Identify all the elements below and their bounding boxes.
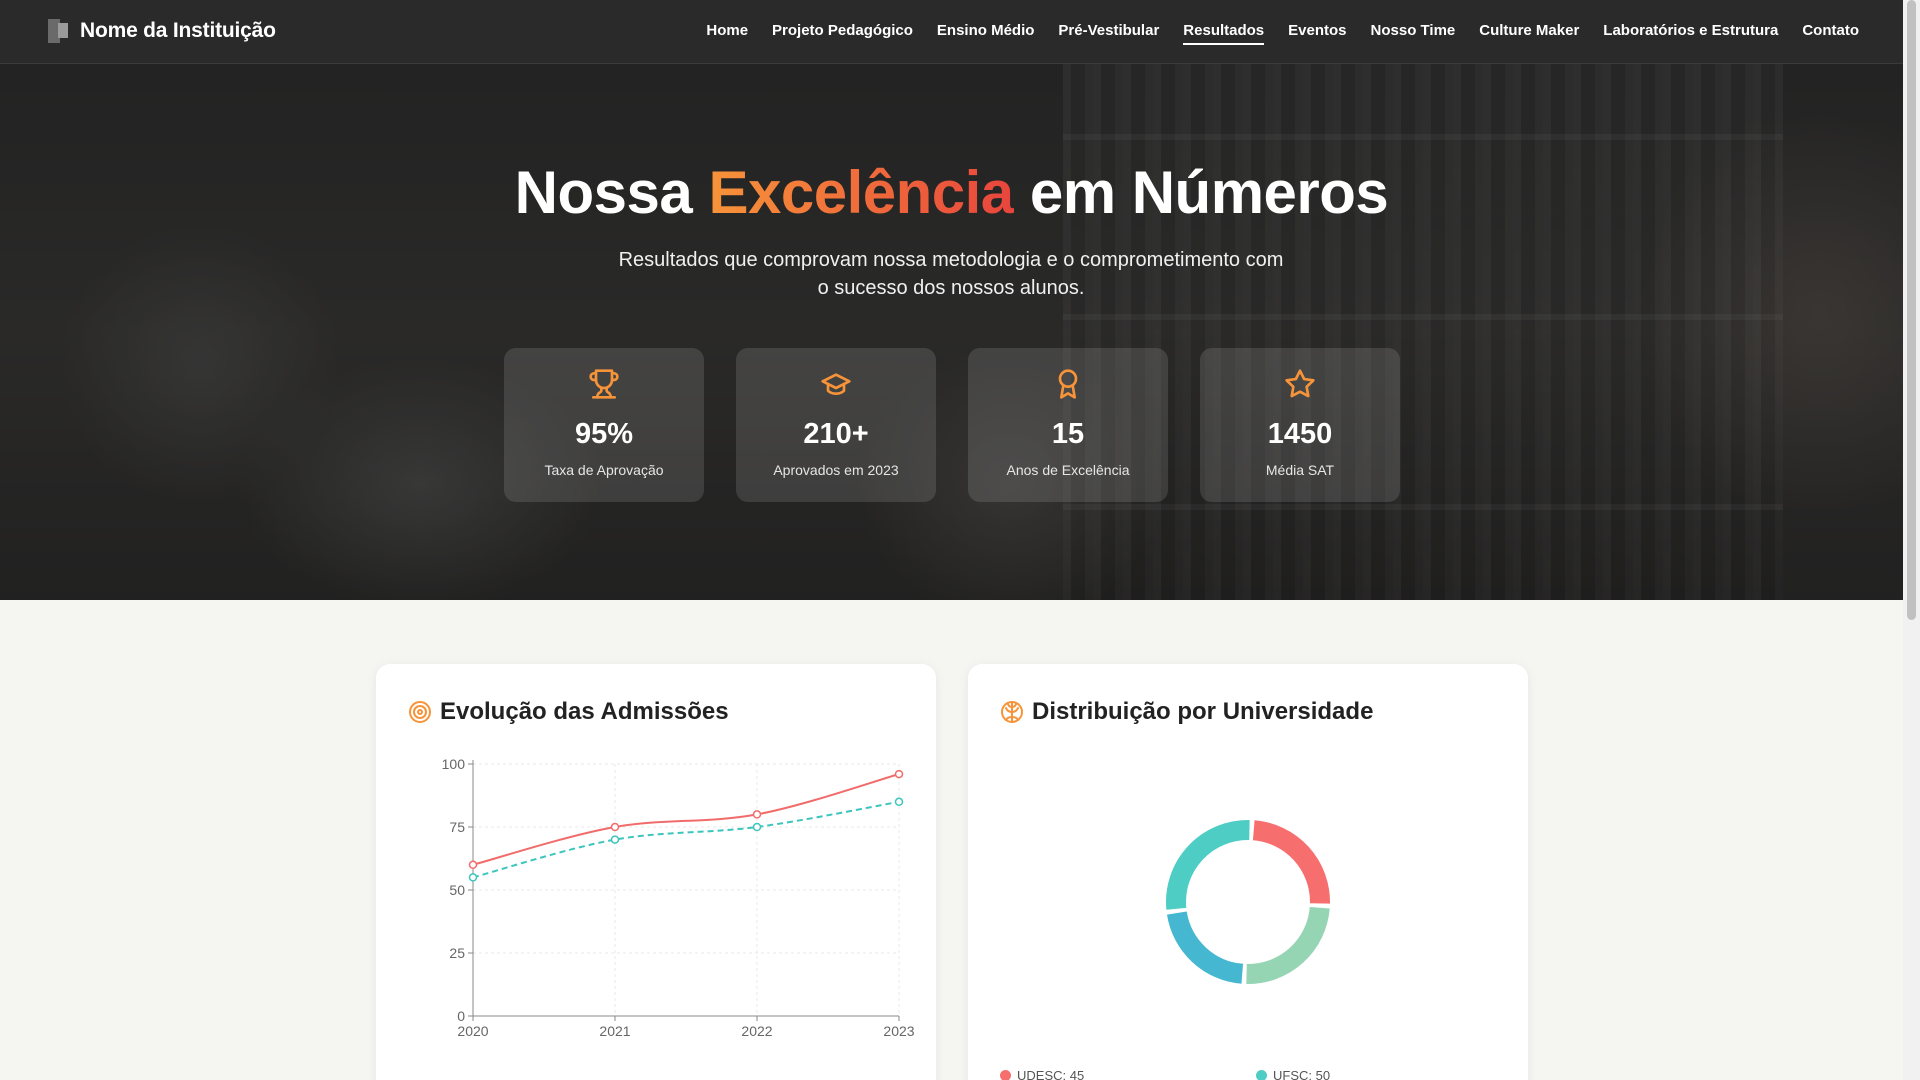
hero-title: Nossa Excelência em Números [514, 159, 1389, 226]
hero-title-accent: Excelência [708, 159, 1014, 226]
series-line-0 [472, 773, 900, 866]
award-icon [1058, 369, 1078, 399]
stat-label: Taxa de Aprovação [544, 462, 664, 478]
y-tick-label: 0 [457, 1008, 465, 1024]
data-point [894, 769, 904, 779]
nav-links: Home Projeto Pedagógico Ensino Médio Pré… [706, 22, 1859, 45]
data-point [752, 810, 762, 819]
donut-slice-2 [1166, 911, 1244, 984]
donut-slice-3 [1246, 906, 1330, 984]
legend-item-udesc[interactable]: UDESC: 45 [1000, 1068, 1084, 1080]
stat-card-years: 15 Anos de Excelência [968, 348, 1168, 502]
star-icon [1285, 369, 1315, 398]
brand[interactable]: Nome da Instituição [46, 18, 276, 44]
nav-eventos[interactable]: Eventos [1288, 22, 1346, 45]
data-point [468, 873, 478, 882]
nav-ensino-medio[interactable]: Ensino Médio [937, 22, 1035, 45]
series-line-1 [472, 800, 900, 879]
y-tick-label: 75 [449, 819, 465, 835]
stat-value: 1450 [1267, 418, 1333, 450]
x-tick-label: 2022 [741, 1023, 772, 1039]
legend-label: UFSC: 50 [1273, 1068, 1331, 1080]
legend-dot [1000, 1070, 1011, 1080]
donut-chart [1166, 820, 1330, 984]
nav-contato[interactable]: Contato [1802, 22, 1859, 45]
stat-value: 95% [574, 418, 634, 450]
donut-slice-0 [1252, 820, 1330, 904]
graduation-cap-icon [821, 373, 851, 395]
stat-label: Aprovados em 2023 [773, 462, 899, 478]
hero-subtitle: Resultados que comprovam nossa metodolog… [618, 249, 1284, 299]
nav-home[interactable]: Home [706, 22, 748, 45]
distribution-card: Distribuição por Universidade UDESC: 45 … [968, 664, 1528, 1080]
donut-slice-1 [1166, 820, 1250, 910]
x-tick-label: 2023 [883, 1023, 914, 1039]
line-chart: 0 25 50 75 100 2020 2021 2022 2023 [442, 756, 915, 1039]
top-navbar: Nome da Instituição Home Projeto Pedagóg… [0, 0, 1903, 64]
nav-pre-vestibular[interactable]: Pré-Vestibular [1058, 22, 1159, 45]
nav-projeto-pedagogico[interactable]: Projeto Pedagógico [772, 22, 913, 45]
legend-dot [1256, 1070, 1267, 1080]
stat-value: 210+ [803, 418, 869, 450]
y-tick-label: 50 [449, 882, 465, 898]
data-point [894, 797, 904, 807]
data-point [752, 822, 762, 832]
trophy-icon [589, 369, 619, 399]
brand-name: Nome da Instituição [80, 19, 276, 42]
logo-icon [46, 18, 70, 44]
data-point [610, 822, 620, 832]
hero-section: Nossa Excelência em Números Resultados q… [0, 64, 1903, 600]
nav-nosso-time[interactable]: Nosso Time [1371, 22, 1456, 45]
nav-laboratorios[interactable]: Laboratórios e Estrutura [1603, 22, 1778, 45]
stat-card-sat: 1450 Média SAT [1200, 348, 1400, 502]
stat-label: Anos de Excelência [1006, 462, 1130, 478]
legend-label: UDESC: 45 [1017, 1068, 1085, 1080]
hero-overlay [0, 64, 1903, 600]
data-point [610, 835, 620, 844]
stat-value: 15 [1051, 418, 1085, 450]
data-point [468, 860, 478, 870]
stat-card-approval: 95% Taxa de Aprovação [504, 348, 704, 502]
stat-card-approved: 210+ Aprovados em 2023 [736, 348, 936, 502]
x-tick-label: 2020 [457, 1023, 488, 1039]
admissions-card: Evolução das Admissões 0 25 50 75 100 2020 202… [376, 664, 936, 1080]
scrollbar-thumb[interactable] [1907, 0, 1916, 620]
y-tick-label: 100 [442, 756, 466, 772]
y-tick-label: 25 [449, 945, 465, 961]
x-tick-label: 2021 [599, 1023, 630, 1039]
legend-item-ufsc[interactable]: UFSC: 50 [1256, 1068, 1330, 1080]
nav-culture-maker[interactable]: Culture Maker [1479, 22, 1579, 45]
stat-label: Média SAT [1265, 462, 1335, 478]
nav-resultados[interactable]: Resultados [1183, 22, 1265, 45]
page-scrollbar[interactable] [1903, 0, 1920, 1080]
